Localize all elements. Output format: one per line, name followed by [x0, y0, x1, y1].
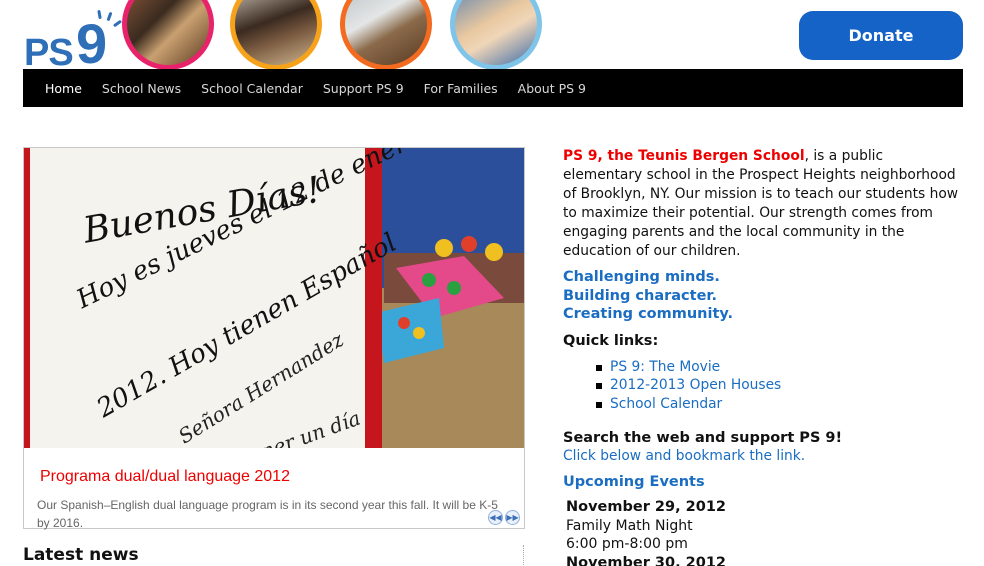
quick-link-open-houses[interactable]: 2012-2013 Open Houses: [596, 376, 963, 395]
header-photo-circles: [122, 0, 562, 70]
school-intro: PS 9, the Teunis Bergen School, is a pub…: [563, 147, 963, 261]
taglines: Challenging minds. Building character. C…: [563, 268, 963, 324]
quick-links-list: PS 9: The Movie 2012-2013 Open Houses Sc…: [596, 358, 963, 414]
search-support-link[interactable]: Click below and bookmark the link.: [563, 447, 963, 466]
nav-item-school-news[interactable]: School News: [92, 81, 191, 96]
tagline-item: Building character.: [563, 287, 718, 304]
upcoming-events-heading[interactable]: Upcoming Events: [563, 474, 963, 490]
photo-circle-4: [450, 0, 542, 70]
quick-links-heading: Quick links:: [563, 332, 659, 349]
event-time: 6:00 pm-8:00 pm: [566, 536, 688, 552]
rewind-icon[interactable]: ◀◀: [488, 510, 503, 525]
nav-item-school-calendar[interactable]: School Calendar: [191, 81, 313, 96]
photo-circle-1: [122, 0, 214, 70]
quick-link-movie[interactable]: PS 9: The Movie: [596, 358, 963, 377]
site-header: PS 9 Donate: [0, 0, 984, 74]
ps9-logo[interactable]: PS 9: [24, 9, 124, 74]
photo-circle-2: [230, 0, 322, 70]
whiteboard-line: tener un día: [239, 405, 364, 448]
event-date: November 30, 2012: [566, 554, 726, 566]
event-title: Family Math Night: [566, 517, 693, 534]
donate-button[interactable]: Donate: [799, 11, 963, 60]
main-nav: Home School News School Calendar Support…: [23, 69, 963, 107]
whiteboard: Buenos Días! Hoy es jueves el 12 de ener…: [24, 148, 426, 448]
logo-ray: [106, 11, 113, 22]
quick-link-calendar[interactable]: School Calendar: [596, 395, 963, 414]
nav-item-for-families[interactable]: For Families: [414, 81, 508, 96]
column-divider: [523, 545, 524, 566]
nav-item-home[interactable]: Home: [35, 81, 92, 96]
event-item[interactable]: November 29, 2012 Family Math Night 6:00…: [566, 498, 963, 566]
latest-news-heading: Latest news: [23, 545, 139, 565]
logo-ray: [112, 19, 123, 28]
school-intro-text: , is a public elementary school in the P…: [563, 148, 959, 259]
school-name-link[interactable]: PS 9, the Teunis Bergen School: [563, 148, 805, 164]
tagline-item: Creating community.: [563, 306, 734, 322]
slide-description: Our Spanish–English dual language progra…: [37, 498, 498, 530]
photo-circle-3: [340, 0, 432, 70]
tagline-item: Challenging minds.: [563, 269, 720, 285]
nav-item-about-ps9[interactable]: About PS 9: [508, 81, 596, 96]
event-date: November 29, 2012: [566, 499, 726, 515]
sidebar-content: PS 9, the Teunis Bergen School, is a pub…: [563, 147, 963, 566]
forward-icon[interactable]: ▶▶: [505, 510, 520, 525]
search-support-heading: Search the web and support PS 9!: [563, 430, 843, 446]
nav-item-support-ps9[interactable]: Support PS 9: [313, 81, 414, 96]
logo-nine-text: 9: [76, 12, 108, 75]
slide-image[interactable]: Buenos Días! Hoy es jueves el 12 de ener…: [24, 148, 524, 448]
slide-title[interactable]: Programa dual/dual language 2012: [40, 468, 290, 486]
featured-slideshow: Buenos Días! Hoy es jueves el 12 de ener…: [23, 147, 525, 530]
